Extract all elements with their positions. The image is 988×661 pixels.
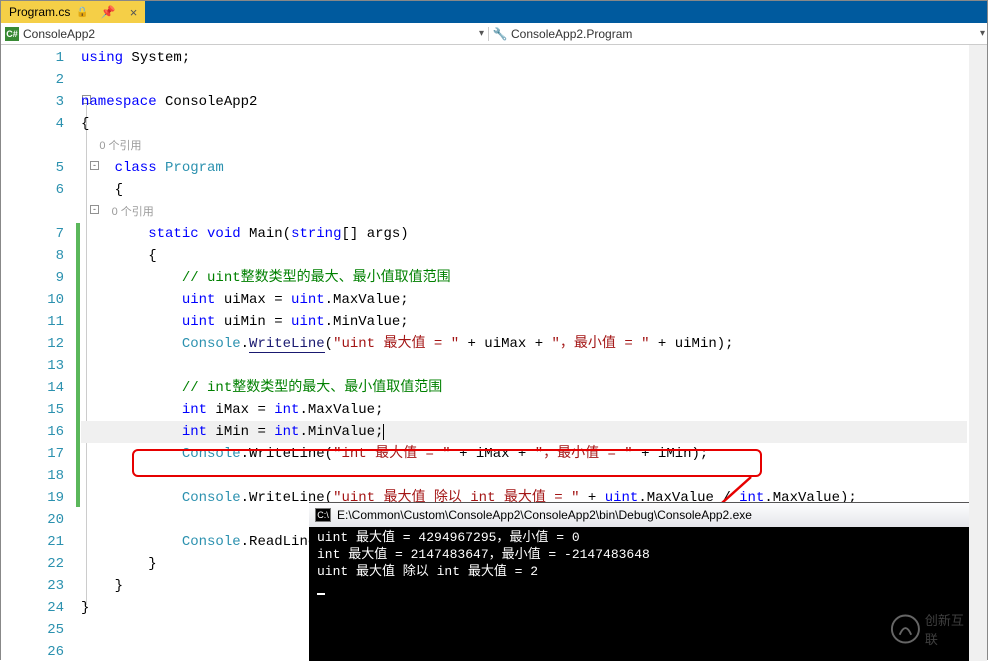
code-editor[interactable]: 1 2 3 4 5 6 7 8 9 10 11 12 13 14 15 16 1…: [1, 45, 987, 661]
watermark-text: 创新互联: [925, 610, 975, 648]
navigation-bar: C# ConsoleApp2 ▾ 🔧 ConsoleApp2.Program ▾: [1, 23, 987, 45]
file-tab[interactable]: Program.cs 🔒 📌 ×: [1, 1, 145, 23]
tab-filename: Program.cs: [9, 5, 70, 19]
cursor-icon: [317, 593, 325, 595]
watermark: 创新互联: [890, 609, 975, 649]
current-line: int iMin = int.MinValue;: [81, 421, 967, 443]
cmd-icon: C:\: [315, 508, 331, 522]
class-name: ConsoleApp2.Program: [511, 27, 632, 41]
lock-icon: 🔒: [76, 7, 88, 18]
chevron-down-icon: ▾: [479, 28, 484, 39]
line-number-gutter: 1 2 3 4 5 6 7 8 9 10 11 12 13 14 15 16 1…: [1, 45, 76, 661]
vertical-scrollbar[interactable]: [969, 45, 987, 661]
console-window: C:\ E:\Common\Custom\ConsoleApp2\Console…: [309, 502, 987, 661]
console-output: uint 最大值 = 4294967295，最小值 = 0int 最大值 = 2…: [309, 527, 987, 602]
codelens-class[interactable]: 0 个引用: [99, 140, 141, 152]
console-titlebar[interactable]: C:\ E:\Common\Custom\ConsoleApp2\Console…: [309, 503, 987, 527]
project-dropdown[interactable]: C# ConsoleApp2 ▾: [1, 27, 489, 41]
close-icon[interactable]: ×: [130, 5, 138, 20]
title-bar: Program.cs 🔒 📌 ×: [1, 1, 987, 23]
chevron-down-icon: ▾: [980, 28, 985, 39]
class-icon: 🔧: [493, 27, 507, 41]
pin-icon[interactable]: 📌: [101, 5, 116, 19]
console-path: E:\Common\Custom\ConsoleApp2\ConsoleApp2…: [337, 508, 752, 522]
project-name: ConsoleApp2: [23, 27, 95, 41]
codelens-method[interactable]: 0 个引用: [112, 206, 154, 218]
watermark-logo-icon: [890, 613, 921, 645]
annotation-box: [132, 449, 762, 477]
class-dropdown[interactable]: 🔧 ConsoleApp2.Program ▾: [489, 27, 988, 41]
csharp-icon: C#: [5, 27, 19, 41]
